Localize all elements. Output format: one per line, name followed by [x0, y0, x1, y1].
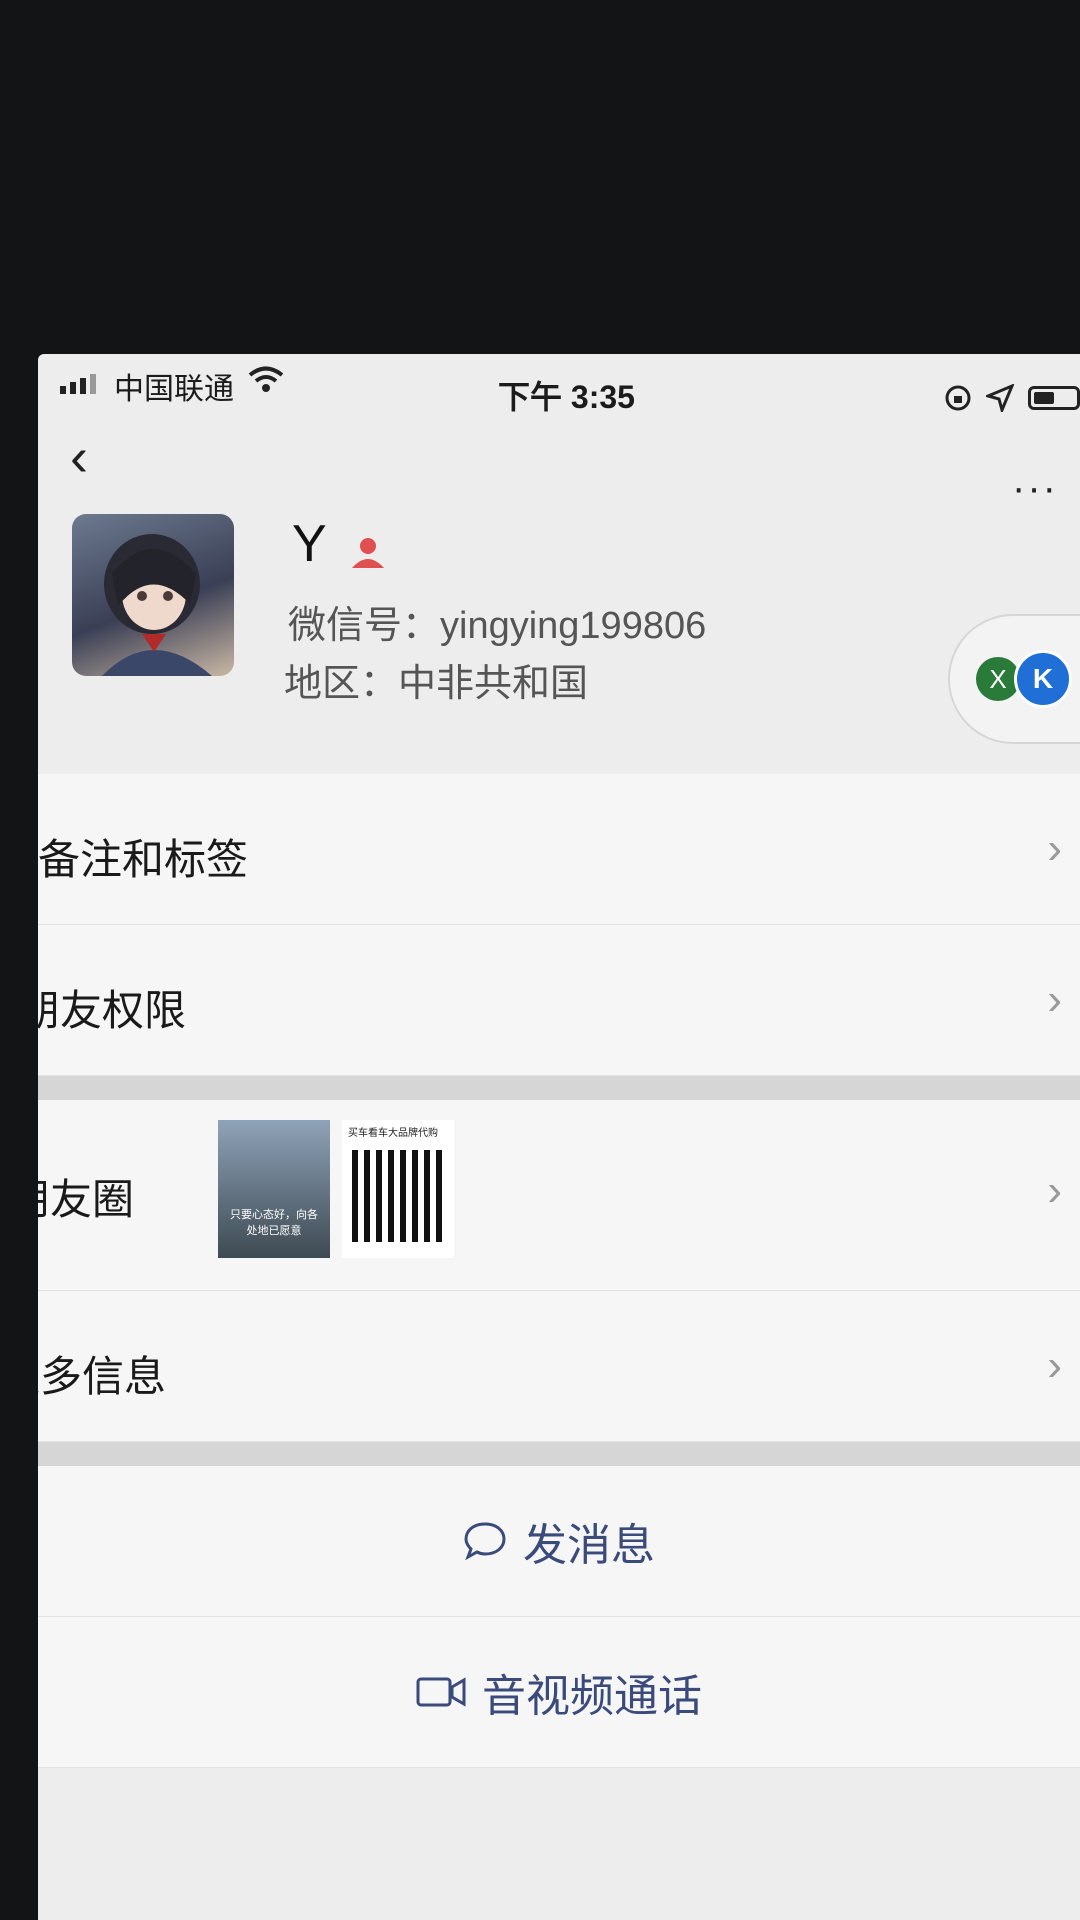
photo-caption: 只要心态好，向各处地已愿意: [230, 1209, 318, 1237]
rotation-lock-icon: [945, 385, 971, 411]
location-arrow-icon: [986, 384, 1014, 412]
wifi-icon: [248, 366, 284, 392]
moments-label: 朋友圈: [38, 1176, 135, 1223]
video-call-label: 音视频通话: [482, 1672, 702, 1721]
carrier-name: 中国联通: [114, 373, 234, 406]
chevron-right-icon: ›: [1047, 824, 1062, 873]
video-call-button[interactable]: 音视频通话: [38, 1617, 1080, 1768]
status-time: 下午 3:35: [498, 379, 635, 415]
chevron-right-icon: ›: [1047, 1341, 1062, 1390]
phone-screen: 中国联通 下午 3:35 ‹ ··· Y 微信号：yingying199806 …: [38, 354, 1080, 1920]
wechat-id: 微信号：yingying199806: [288, 605, 707, 647]
chat-bubble-icon: [464, 1522, 506, 1561]
status-bar: 中国联通 下午 3:35: [38, 354, 1080, 415]
send-message-button[interactable]: 发消息: [38, 1466, 1080, 1617]
settings-section: 备注和标签 › 朋友权限 ›: [38, 774, 1080, 1076]
battery-icon: [1028, 386, 1080, 410]
signal-icon: [60, 372, 96, 394]
more-info-row[interactable]: 更多信息 ›: [38, 1291, 1080, 1442]
section-divider: [38, 1076, 1080, 1100]
moments-section: 朋友圈 只要心态好，向各处地已愿意 买车看车大品牌代购 › 更多信息 ›: [38, 1100, 1080, 1442]
nav-bar: ‹ ···: [38, 414, 1080, 514]
moments-row[interactable]: 朋友圈 只要心态好，向各处地已愿意 买车看车大品牌代购 ›: [38, 1100, 1080, 1291]
profile-header: Y 微信号：yingying199806 地区：中非共和国 X K: [38, 514, 1080, 744]
qr-header-text: 买车看车大品牌代购: [348, 1128, 438, 1139]
friend-permissions-label: 朋友权限: [38, 987, 187, 1034]
video-camera-icon: [416, 1677, 466, 1707]
back-button[interactable]: ‹: [70, 426, 88, 488]
region: 地区：中非共和国: [284, 663, 589, 705]
avatar-illustration: [102, 534, 212, 676]
more-button[interactable]: ···: [1012, 466, 1058, 511]
moments-thumbnails: 只要心态好，向各处地已愿意 买车看车大品牌代购: [218, 1120, 454, 1258]
avatar[interactable]: [72, 514, 234, 676]
contact-name: Y: [292, 515, 327, 573]
floating-widget[interactable]: X K: [948, 614, 1080, 744]
remark-tags-row[interactable]: 备注和标签 ›: [38, 774, 1080, 925]
friend-permissions-row[interactable]: 朋友权限 ›: [38, 925, 1080, 1076]
remark-tags-label: 备注和标签: [38, 836, 249, 883]
contact-person-icon: [352, 538, 384, 568]
more-info-label: 更多信息: [38, 1353, 167, 1400]
chevron-right-icon: ›: [1047, 1166, 1062, 1215]
section-divider: [38, 1442, 1080, 1466]
k-app-icon[interactable]: K: [1014, 650, 1072, 708]
qr-code-thumbnail: 买车看车大品牌代购: [342, 1120, 454, 1258]
status-icons: [944, 384, 1080, 412]
chevron-right-icon: ›: [1047, 975, 1062, 1024]
send-message-label: 发消息: [523, 1521, 655, 1570]
moments-photo-thumbnail: 只要心态好，向各处地已愿意: [218, 1120, 330, 1258]
